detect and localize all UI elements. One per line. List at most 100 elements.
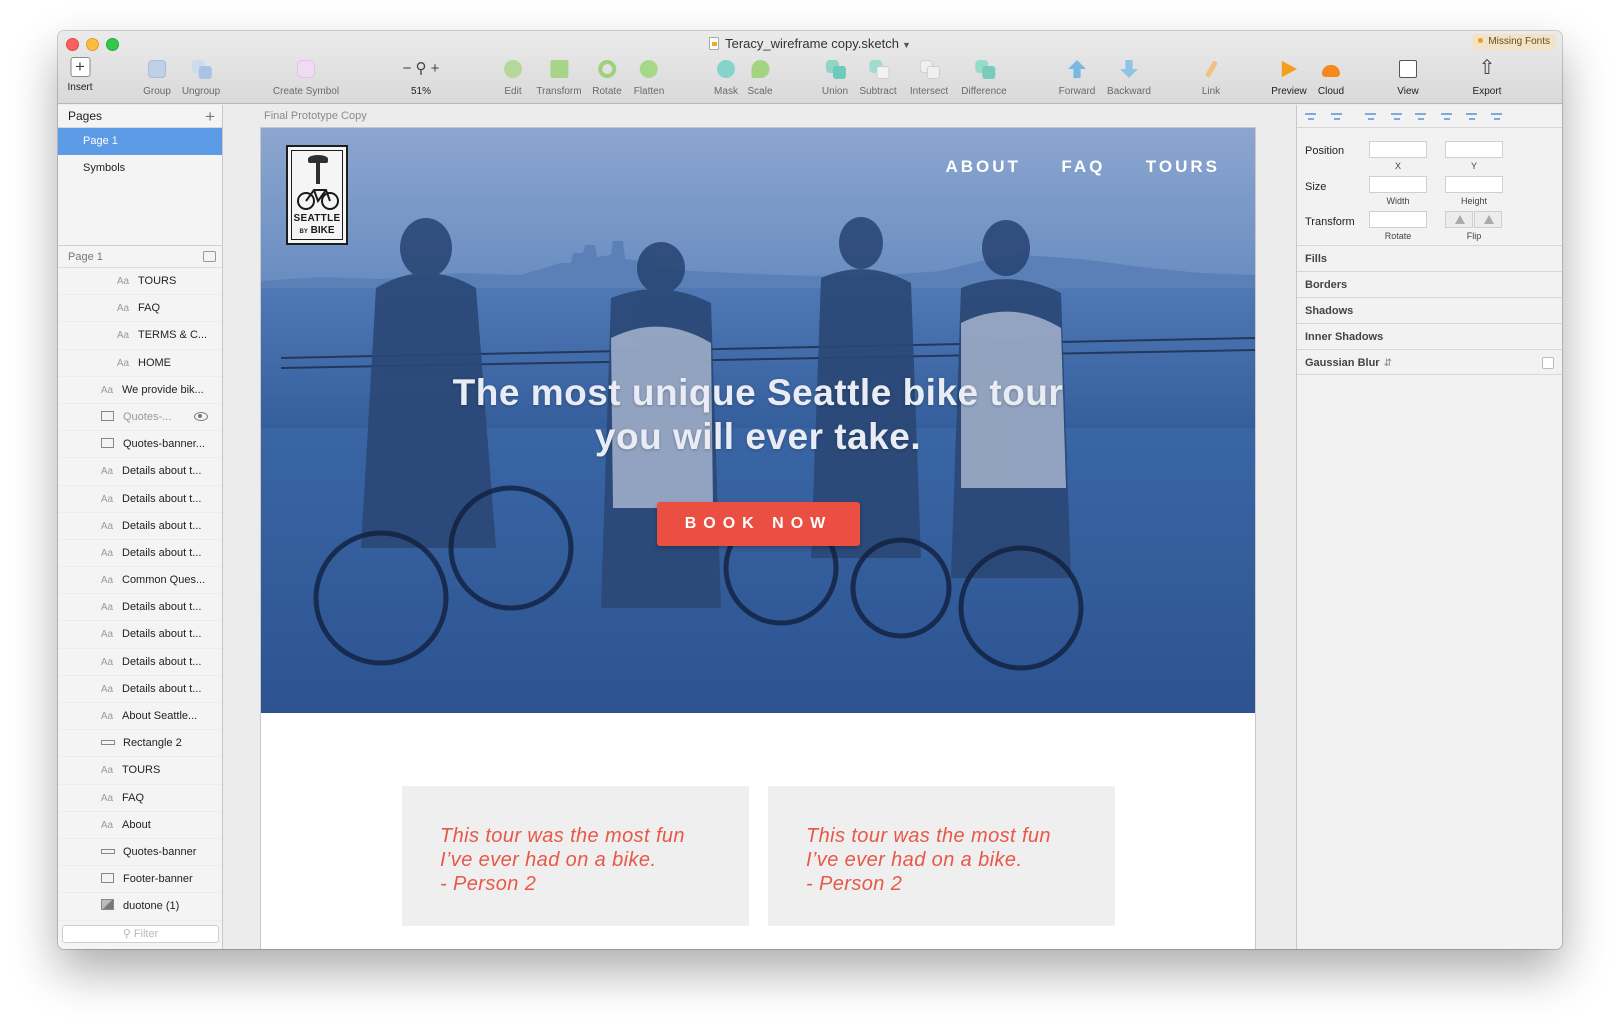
flip-horizontal-icon[interactable] xyxy=(1445,211,1473,228)
borders-section[interactable]: Borders xyxy=(1297,271,1562,297)
layer-row[interactable]: Aa About Seattle... xyxy=(58,703,222,731)
layer-row[interactable]: Aa Details about t... xyxy=(58,513,222,540)
rectangle-layer-icon xyxy=(101,410,114,421)
page-row[interactable]: Page 1 xyxy=(58,128,222,155)
zoom-control[interactable]: − ⚲ + 51% xyxy=(391,57,451,97)
union-button[interactable]: Union xyxy=(822,57,848,97)
preview-button[interactable]: Preview xyxy=(1271,57,1307,97)
artboard[interactable]: SEATTLE BY BIKE ABOUT FAQ TOURS The most… xyxy=(260,127,1256,949)
create-symbol-button[interactable]: Create Symbol xyxy=(273,57,339,97)
flip-vertical-icon[interactable] xyxy=(1474,211,1502,228)
quote-card[interactable]: This tour was the most fun I’ve ever had… xyxy=(402,786,749,926)
artboard-title[interactable]: Final Prototype Copy xyxy=(264,110,367,122)
rotate-input[interactable] xyxy=(1369,211,1427,228)
align-middle-icon[interactable] xyxy=(1466,111,1477,122)
nav-faq[interactable]: FAQ xyxy=(1061,157,1105,177)
layer-row[interactable]: Aa Details about t... xyxy=(58,594,222,622)
mask-button[interactable]: Mask xyxy=(714,57,738,97)
text-layer-icon: Aa xyxy=(100,602,114,614)
layer-row[interactable]: Aa TERMS & C... xyxy=(58,322,222,350)
difference-icon xyxy=(972,57,996,81)
layer-row[interactable]: Aa About xyxy=(58,812,222,839)
cloud-button[interactable]: Cloud xyxy=(1318,57,1344,97)
align-left-icon[interactable] xyxy=(1365,111,1376,122)
export-button[interactable]: ⇧ Export xyxy=(1473,57,1502,97)
align-bottom-icon[interactable] xyxy=(1491,111,1502,122)
shadows-section[interactable]: Shadows xyxy=(1297,297,1562,323)
layer-row[interactable]: Quotes-banner xyxy=(58,839,222,867)
intersect-button[interactable]: Intersect xyxy=(910,57,948,97)
layer-row[interactable]: Aa Details about t... xyxy=(58,486,222,513)
fills-section[interactable]: Fills xyxy=(1297,245,1562,271)
align-center-icon[interactable] xyxy=(1391,111,1402,122)
layer-row[interactable]: Aa FAQ xyxy=(58,295,222,323)
gaussian-blur-checkbox[interactable] xyxy=(1542,357,1554,369)
page-row[interactable]: Symbols xyxy=(58,155,222,182)
nav-about[interactable]: ABOUT xyxy=(945,157,1020,177)
subtract-button[interactable]: Subtract xyxy=(859,57,897,97)
distribute-vertical-icon[interactable] xyxy=(1331,111,1342,122)
layer-row[interactable]: Aa Details about t... xyxy=(58,540,222,568)
layer-row[interactable]: Aa Details about t... xyxy=(58,458,222,486)
align-right-icon[interactable] xyxy=(1415,111,1426,122)
inner-shadows-section[interactable]: Inner Shadows xyxy=(1297,323,1562,349)
text-layer-icon: Aa xyxy=(116,330,130,342)
rectangle-layer-icon xyxy=(101,438,114,449)
hero-headline[interactable]: The most unique Seattle bike tour you wi… xyxy=(261,371,1255,459)
view-button[interactable]: View xyxy=(1396,57,1420,97)
distribute-horizontal-icon[interactable] xyxy=(1305,111,1316,122)
transform-button[interactable]: Transform xyxy=(536,57,582,97)
forward-button[interactable]: Forward xyxy=(1059,57,1095,97)
missing-fonts-badge[interactable]: Missing Fonts xyxy=(1472,34,1556,50)
layer-row[interactable]: Aa TOURS xyxy=(58,757,222,785)
ungroup-button[interactable]: Ungroup xyxy=(182,57,220,97)
layer-label: Details about t... xyxy=(122,519,202,532)
layer-row[interactable]: duotone (1) xyxy=(58,893,222,921)
canvas[interactable]: Final Prototype Copy SEATTLE BY BIKE ABO… xyxy=(224,105,1296,949)
rotate-button[interactable]: Rotate xyxy=(592,57,622,97)
layer-row[interactable]: Aa Details about t... xyxy=(58,676,222,703)
layer-row[interactable]: Aa Details about t... xyxy=(58,621,222,649)
filter-input[interactable]: ⚲ Filter xyxy=(62,925,219,943)
scale-button[interactable]: Scale xyxy=(747,57,773,97)
align-top-icon[interactable] xyxy=(1441,111,1452,122)
symbol-icon xyxy=(294,57,318,81)
layer-row[interactable]: Quotes-banner... xyxy=(58,431,222,459)
x-input[interactable] xyxy=(1369,141,1427,158)
gaussian-blur-section[interactable]: Gaussian Blur ⇵ xyxy=(1297,349,1562,375)
quote-card[interactable]: This tour was the most fun I’ve ever had… xyxy=(768,786,1115,926)
link-button[interactable]: Link xyxy=(1199,57,1223,97)
layer-row[interactable]: Aa FAQ xyxy=(58,785,222,812)
hero-banner[interactable]: SEATTLE BY BIKE ABOUT FAQ TOURS The most… xyxy=(261,128,1255,713)
width-input[interactable] xyxy=(1369,176,1427,193)
layer-row[interactable]: Aa Details about t... xyxy=(58,649,222,676)
add-page-icon[interactable]: + xyxy=(205,105,215,128)
layer-label: duotone (1) xyxy=(123,900,180,913)
size-label: Size xyxy=(1305,181,1327,193)
hero-nav: ABOUT FAQ TOURS xyxy=(909,157,1220,177)
layer-row[interactable]: Aa HOME xyxy=(58,350,222,377)
seattle-by-bike-logo[interactable]: SEATTLE BY BIKE xyxy=(286,145,348,245)
layer-row[interactable]: Aa We provide bik... xyxy=(58,377,222,404)
group-button[interactable]: Group xyxy=(143,57,171,97)
height-input[interactable] xyxy=(1445,176,1503,193)
book-now-button[interactable]: BOOK NOW xyxy=(657,502,860,546)
document-title[interactable]: Teracy_wireframe copy.sketch ▼ xyxy=(58,36,1562,51)
backward-button[interactable]: Backward xyxy=(1107,57,1151,97)
nav-tours[interactable]: TOURS xyxy=(1146,157,1220,177)
flatten-button[interactable]: Flatten xyxy=(634,56,664,97)
group-icon xyxy=(145,57,169,81)
layer-row[interactable]: Aa TOURS xyxy=(58,268,222,296)
insert-button[interactable]: + Insert xyxy=(67,57,93,93)
layers-header: Page 1 xyxy=(58,245,222,268)
layer-row[interactable]: Aa Common Ques... xyxy=(58,567,222,595)
layer-row[interactable]: Rectangle 2 xyxy=(58,730,222,758)
visibility-eye-icon[interactable] xyxy=(194,411,208,421)
layer-row[interactable]: Footer-banner xyxy=(58,866,222,894)
layer-row[interactable]: Quotes-... xyxy=(58,404,222,432)
collapse-icon[interactable] xyxy=(203,251,216,262)
edit-button[interactable]: Edit xyxy=(501,57,525,97)
y-input[interactable] xyxy=(1445,141,1503,158)
up-down-chevron-icon[interactable]: ⇵ xyxy=(1384,358,1392,369)
difference-button[interactable]: Difference xyxy=(961,57,1007,97)
